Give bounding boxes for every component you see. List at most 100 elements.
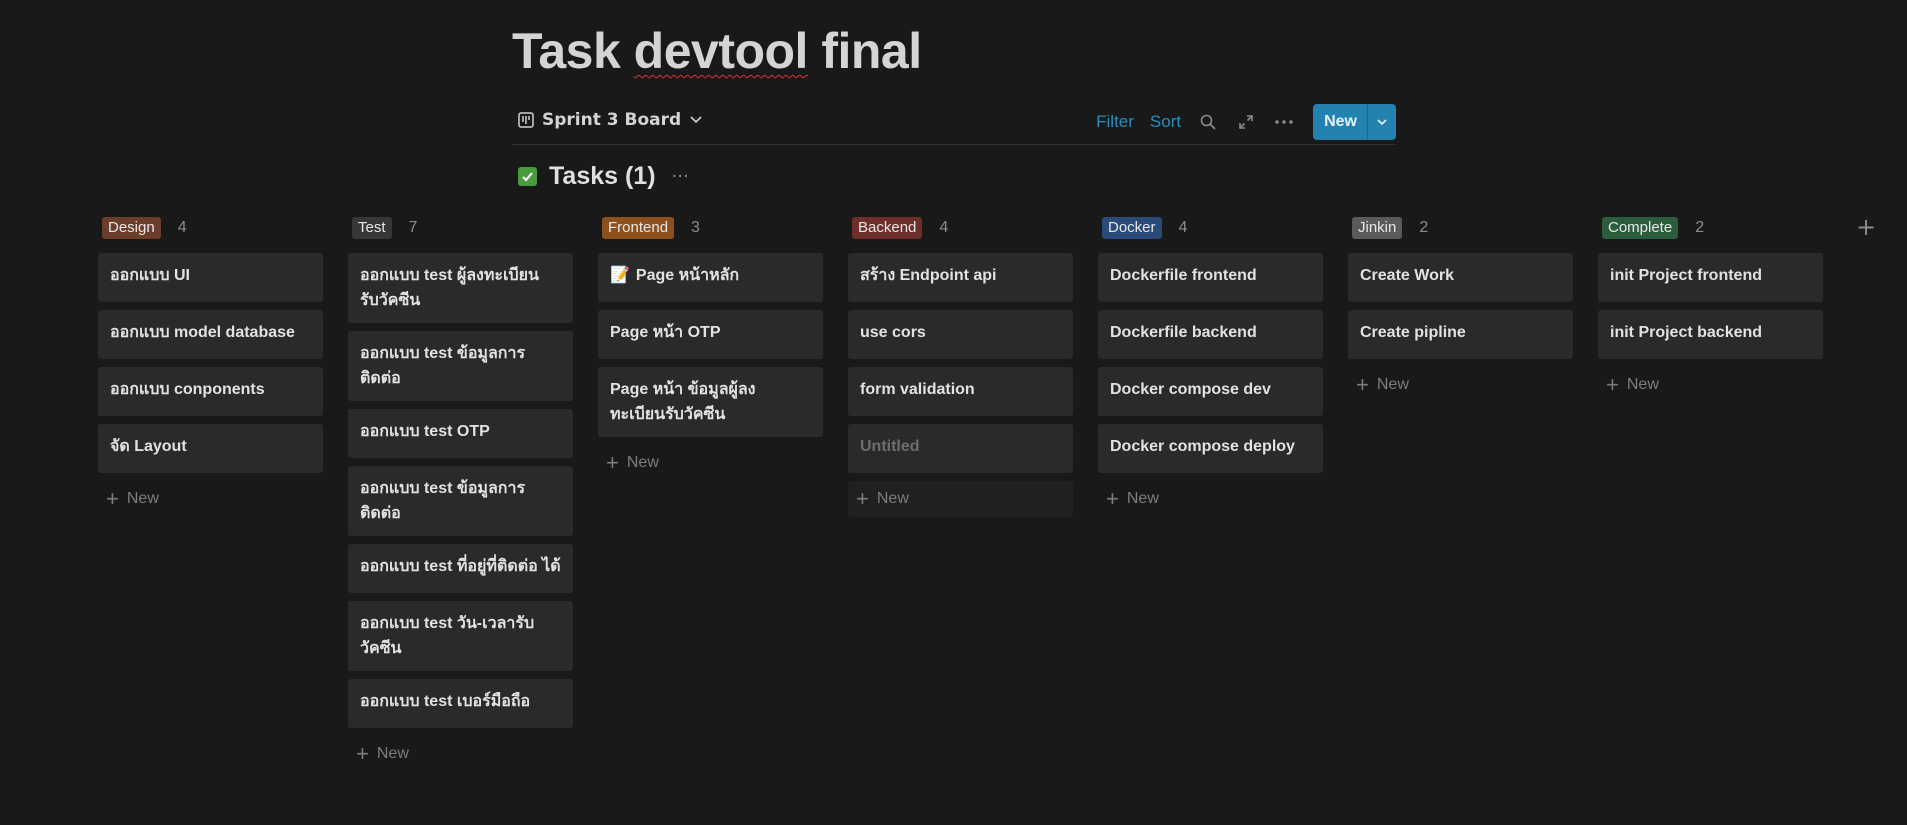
- view-switcher[interactable]: Sprint 3 Board: [518, 110, 703, 130]
- add-card-button[interactable]: + New: [1098, 481, 1323, 517]
- new-button[interactable]: New: [1313, 104, 1367, 140]
- task-card-title: Page หน้า ข้อมูลผู้ลง ทะเบียนรับวัคซีน: [610, 381, 756, 423]
- task-card[interactable]: ออกแบบ test เบอร์มือถือ: [348, 679, 573, 728]
- sort-button[interactable]: Sort: [1150, 112, 1181, 132]
- card-list: init Project frontend init Project backen…: [1598, 253, 1823, 359]
- task-card[interactable]: สร้าง Endpoint api: [848, 253, 1073, 302]
- column-status-tag[interactable]: Test: [352, 217, 392, 239]
- column-status-tag[interactable]: Design: [102, 217, 161, 239]
- card-list: 📝 Page หน้าหลัก Page หน้า OTP Page หน้า ข้อ…: [598, 253, 823, 437]
- column-count: 2: [1695, 219, 1705, 236]
- add-card-label: New: [626, 454, 659, 471]
- task-card[interactable]: init Project backend: [1598, 310, 1823, 359]
- add-card-button[interactable]: + New: [1348, 367, 1573, 403]
- task-card[interactable]: ออกแบบ test ข้อมูลการ ติดต่อ: [348, 331, 573, 401]
- add-card-button[interactable]: + New: [848, 481, 1073, 517]
- task-card[interactable]: ออกแบบ test ข้อมูลการ ติดต่อ: [348, 466, 573, 536]
- task-card-title: สร้าง Endpoint api: [860, 267, 997, 284]
- add-card-label: New: [876, 490, 909, 507]
- board-column-backend: Backend 4 สร้าง Endpoint api use cors form v…: [848, 214, 1073, 517]
- page-title[interactable]: Task devtool final: [512, 22, 922, 80]
- column-status-tag[interactable]: Complete: [1602, 217, 1679, 239]
- task-card-title: ออกแบบ model database: [110, 324, 295, 341]
- add-card-button[interactable]: + New: [348, 736, 573, 772]
- add-card-button[interactable]: + New: [598, 445, 823, 481]
- plus-icon: +: [1606, 372, 1619, 397]
- task-card[interactable]: Create pipline: [1348, 310, 1573, 359]
- task-card-title: form validation: [860, 381, 975, 398]
- task-card[interactable]: Dockerfile frontend: [1098, 253, 1323, 302]
- task-card[interactable]: form validation: [848, 367, 1073, 416]
- search-icon[interactable]: [1197, 111, 1219, 133]
- filter-button[interactable]: Filter: [1096, 112, 1134, 132]
- task-card-title: Dockerfile frontend: [1110, 267, 1257, 284]
- add-card-button[interactable]: + New: [98, 481, 323, 517]
- column-status-tag[interactable]: Backend: [852, 217, 923, 239]
- task-card-title: ออกแบบ UI: [110, 267, 190, 284]
- task-card-title: ออกแบบ test วัน-เวลารับ วัคซีน: [360, 615, 535, 657]
- task-card[interactable]: ออกแบบ test ที่อยู่ที่ติดต่อ ได้: [348, 544, 573, 593]
- task-card[interactable]: use cors: [848, 310, 1073, 359]
- check-mark-icon: [518, 167, 537, 186]
- board-column-frontend: Frontend 3 📝 Page หน้าหลัก Page หน้า OTP Page…: [598, 214, 823, 481]
- column-header: Frontend 3: [598, 214, 823, 242]
- column-count: 4: [177, 219, 187, 236]
- task-card-title: ออกแบบ test ผู้ลงทะเบียน รับวัคซีน: [360, 267, 539, 309]
- add-card-label: New: [1376, 376, 1409, 393]
- column-status-tag[interactable]: Frontend: [602, 217, 675, 239]
- column-status-tag[interactable]: Docker: [1102, 217, 1162, 239]
- board-column-docker: Docker 4 Dockerfile frontend Dockerfile bac…: [1098, 214, 1323, 517]
- task-card[interactable]: ออกแบบ conponents: [98, 367, 323, 416]
- plus-icon: +: [356, 741, 369, 766]
- memo-icon: 📝: [610, 267, 630, 284]
- task-card[interactable]: Untitled: [848, 424, 1073, 473]
- column-count: 3: [691, 219, 700, 236]
- task-card[interactable]: Dockerfile backend: [1098, 310, 1323, 359]
- card-list: Create Work Create pipline: [1348, 253, 1573, 359]
- new-button-group: New: [1313, 104, 1396, 140]
- task-card[interactable]: Docker compose dev: [1098, 367, 1323, 416]
- task-card-title: Create Work: [1360, 267, 1454, 284]
- task-card[interactable]: 📝 Page หน้าหลัก: [598, 253, 823, 302]
- task-card-title: Docker compose dev: [1110, 381, 1271, 398]
- database-more-button[interactable]: ···: [672, 166, 689, 187]
- task-card-title: ออกแบบ test OTP: [360, 423, 490, 440]
- column-header: Backend 4: [848, 214, 1073, 242]
- task-card-title: init Project frontend: [1610, 267, 1762, 284]
- task-card[interactable]: init Project frontend: [1598, 253, 1823, 302]
- task-card[interactable]: ออกแบบ test วัน-เวลารับ วัคซีน: [348, 601, 573, 671]
- card-list: Dockerfile frontend Dockerfile backend Doc…: [1098, 253, 1323, 473]
- task-card-title: Untitled: [860, 438, 920, 455]
- task-card[interactable]: ออกแบบ model database: [98, 310, 323, 359]
- column-header: Test 7: [348, 214, 573, 242]
- page-title-misspelled-word: devtool: [633, 23, 809, 79]
- task-card[interactable]: จัด Layout: [98, 424, 323, 473]
- task-card[interactable]: Page หน้า ข้อมูลผู้ลง ทะเบียนรับวัคซีน: [598, 367, 823, 437]
- add-card-label: New: [126, 490, 159, 507]
- column-count: 4: [1178, 219, 1188, 236]
- database-title[interactable]: Tasks (1): [549, 162, 656, 191]
- task-card[interactable]: Create Work: [1348, 253, 1573, 302]
- page-title-part: final: [807, 23, 922, 79]
- plus-icon: +: [856, 486, 869, 511]
- column-status-tag[interactable]: Jinkin: [1352, 217, 1403, 239]
- board-column-design: Design 4 ออกแบบ UI ออกแบบ model database ออก…: [98, 214, 323, 517]
- task-card[interactable]: ออกแบบ test ผู้ลงทะเบียน รับวัคซีน: [348, 253, 573, 323]
- add-card-label: New: [1626, 376, 1659, 393]
- task-card[interactable]: ออกแบบ test OTP: [348, 409, 573, 458]
- expand-icon[interactable]: [1235, 111, 1257, 133]
- task-card[interactable]: ออกแบบ UI: [98, 253, 323, 302]
- column-count: 2: [1419, 219, 1429, 236]
- task-card[interactable]: Docker compose deploy: [1098, 424, 1323, 473]
- board-view-icon: [518, 112, 534, 128]
- column-header: Design 4: [98, 214, 323, 242]
- plus-icon: +: [1106, 486, 1119, 511]
- board-column-complete: Complete 2 init Project frontend init Proje…: [1598, 214, 1823, 403]
- add-column-plus-icon[interactable]: +: [1856, 213, 1876, 241]
- task-card[interactable]: Page หน้า OTP: [598, 310, 823, 359]
- more-horizontal-icon[interactable]: [1273, 111, 1295, 133]
- new-dropdown-button[interactable]: [1367, 104, 1396, 140]
- task-card-title: ออกแบบ test ข้อมูลการ ติดต่อ: [360, 480, 526, 522]
- column-count: 7: [408, 219, 418, 236]
- add-card-button[interactable]: + New: [1598, 367, 1823, 403]
